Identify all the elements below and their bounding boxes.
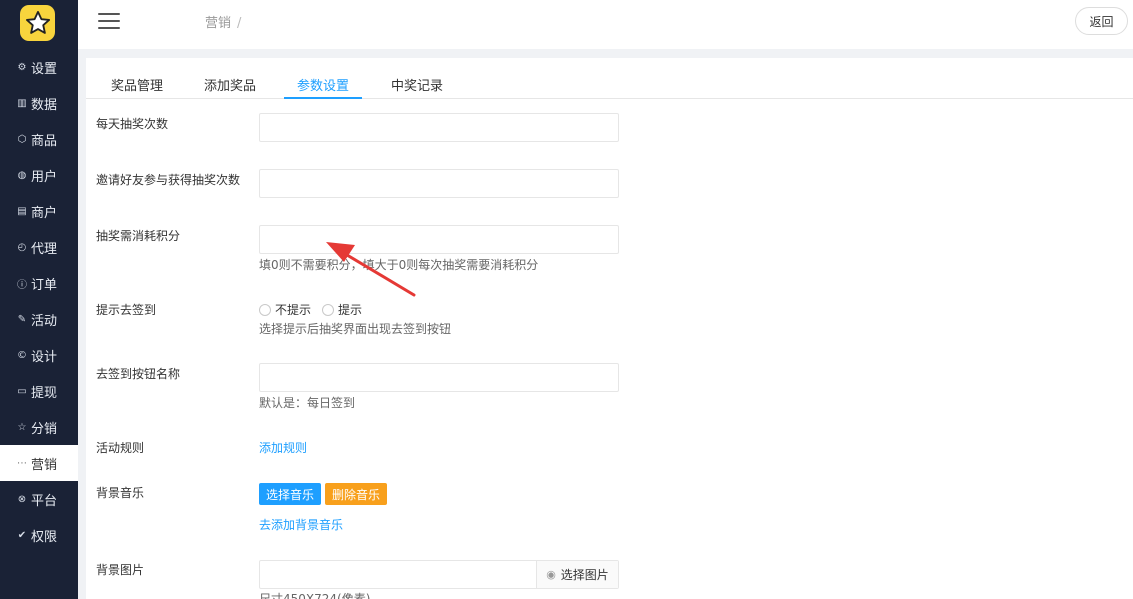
sidebar-item-design[interactable]: © 设计 xyxy=(0,337,78,373)
sidebar-item-label: 平台 xyxy=(31,493,58,509)
signin-prompt-hint: 选择提示后抽奖界面出现去签到按钮 xyxy=(259,322,452,336)
signin-button-name-label: 去签到按钮名称 xyxy=(96,367,181,381)
back-button[interactable]: 返回 xyxy=(1075,7,1128,35)
sidebar-item-label: 商户 xyxy=(31,205,58,221)
sidebar: ⚙ 设置 ▥ 数据 ⬡ 商品 ◍ 用户 ▤ 商户 ◴ 代理 ⓘ 订单 ✎ 活动 © 设计 ▭ 提现 ☆ 分销 ⋯ 营销 ⊗ 平台 ✔… xyxy=(0,0,78,599)
tab-parameter-settings[interactable]: 参数设置 xyxy=(284,75,362,99)
sidebar-item-label: 提现 xyxy=(31,385,58,401)
points-cost-label: 抽奖需消耗积分 xyxy=(96,229,181,243)
rules-label: 活动规则 xyxy=(96,441,145,455)
sidebar-item-activities[interactable]: ✎ 活动 xyxy=(0,301,78,337)
sidebar-item-products[interactable]: ⬡ 商品 xyxy=(0,121,78,157)
sidebar-item-merchants[interactable]: ▤ 商户 xyxy=(0,193,78,229)
agents-icon: ◴ xyxy=(17,241,27,253)
breadcrumb: 营销 / xyxy=(205,12,241,31)
sidebar-nav: ⚙ 设置 ▥ 数据 ⬡ 商品 ◍ 用户 ▤ 商户 ◴ 代理 ⓘ 订单 ✎ 活动 © 设计 ▭ 提现 ☆ 分销 ⋯ 营销 ⊗ 平台 ✔… xyxy=(0,49,78,553)
merchants-icon: ▤ xyxy=(17,205,27,217)
signin-button-name-hint: 默认是：每日签到 xyxy=(259,396,356,410)
sidebar-item-label: 营销 xyxy=(31,457,58,473)
tab-add-prize[interactable]: 添加奖品 xyxy=(204,75,256,99)
bg-image-hint: 尺寸450X724(像素) xyxy=(259,592,371,599)
data-icon: ▥ xyxy=(17,97,27,109)
settings-icon: ⚙ xyxy=(17,61,27,73)
sidebar-item-permissions[interactable]: ✔ 权限 xyxy=(0,517,78,553)
tab-bar: 奖品管理 添加奖品 参数设置 中奖记录 xyxy=(86,58,1133,99)
breadcrumb-separator: / xyxy=(237,16,242,31)
sidebar-item-label: 商品 xyxy=(31,133,58,149)
select-music-button[interactable]: 选择音乐 xyxy=(259,483,322,505)
users-icon: ◍ xyxy=(17,169,27,181)
eye-icon: ◉ xyxy=(546,568,556,581)
radio-circle-icon xyxy=(259,303,271,316)
select-image-label: 选择图片 xyxy=(560,568,609,582)
sidebar-item-distribution[interactable]: ☆ 分销 xyxy=(0,409,78,445)
radio-no-prompt[interactable]: 不提示 xyxy=(259,301,311,318)
withdraw-icon: ▭ xyxy=(17,385,27,397)
invite-draws-label: 邀请好友参与获得抽奖次数 xyxy=(96,173,241,187)
sidebar-item-label: 设计 xyxy=(31,349,58,365)
add-rules-link[interactable]: 添加规则 xyxy=(259,439,307,456)
points-cost-hint: 填0则不需要积分，填大于0则每次抽奖需要消耗积分 xyxy=(259,258,539,272)
bg-image-field[interactable]: ◉ 选择图片 xyxy=(259,560,619,589)
add-music-link[interactable]: 去添加背景音乐 xyxy=(259,516,343,533)
points-cost-input[interactable] xyxy=(259,225,619,254)
radio-no-prompt-label: 不提示 xyxy=(275,303,312,317)
daily-draws-label: 每天抽奖次数 xyxy=(96,117,169,131)
tab-prize-management[interactable]: 奖品管理 xyxy=(111,75,163,99)
activities-icon: ✎ xyxy=(17,313,27,325)
sidebar-item-platform[interactable]: ⊗ 平台 xyxy=(0,481,78,517)
products-icon: ⬡ xyxy=(17,133,27,145)
sidebar-item-label: 代理 xyxy=(31,241,58,257)
orders-icon: ⓘ xyxy=(17,279,27,291)
sidebar-item-label: 设置 xyxy=(31,61,58,77)
delete-music-button[interactable]: 删除音乐 xyxy=(325,483,388,505)
music-label: 背景音乐 xyxy=(96,486,145,500)
radio-prompt[interactable]: 提示 xyxy=(322,301,362,318)
sidebar-item-data[interactable]: ▥ 数据 xyxy=(0,85,78,121)
breadcrumb-item[interactable]: 营销 xyxy=(205,16,231,31)
radio-circle-icon xyxy=(322,303,334,316)
sidebar-item-withdraw[interactable]: ▭ 提现 xyxy=(0,373,78,409)
star-logo-icon[interactable] xyxy=(20,5,55,41)
platform-icon: ⊗ xyxy=(17,493,27,505)
star-icon xyxy=(25,10,50,34)
sidebar-item-agents[interactable]: ◴ 代理 xyxy=(0,229,78,265)
invite-draws-input[interactable] xyxy=(259,169,619,198)
sidebar-item-orders[interactable]: ⓘ 订单 xyxy=(0,265,78,301)
top-header: 营销 / 返回 xyxy=(78,0,1133,49)
sidebar-item-label: 数据 xyxy=(31,97,58,113)
sidebar-item-users[interactable]: ◍ 用户 xyxy=(0,157,78,193)
daily-draws-input[interactable] xyxy=(259,113,619,142)
signin-button-name-input[interactable] xyxy=(259,363,619,392)
sidebar-item-label: 分销 xyxy=(31,421,58,437)
sidebar-item-label: 活动 xyxy=(31,313,58,329)
sidebar-item-label: 用户 xyxy=(31,169,58,185)
permissions-icon: ✔ xyxy=(17,529,27,541)
marketing-icon: ⋯ xyxy=(17,457,27,469)
main-content: 奖品管理 添加奖品 参数设置 中奖记录 每天抽奖次数 邀请好友参与获得抽奖次数 … xyxy=(86,58,1133,599)
sidebar-item-label: 权限 xyxy=(31,529,58,545)
sidebar-item-label: 订单 xyxy=(31,277,58,293)
design-icon: © xyxy=(17,349,27,361)
distribution-icon: ☆ xyxy=(17,421,27,433)
signin-prompt-label: 提示去签到 xyxy=(96,303,157,317)
sidebar-item-marketing[interactable]: ⋯ 营销 xyxy=(0,445,78,481)
select-image-button[interactable]: ◉ 选择图片 xyxy=(536,561,618,588)
sidebar-item-settings[interactable]: ⚙ 设置 xyxy=(0,49,78,85)
tab-winning-records[interactable]: 中奖记录 xyxy=(391,75,443,99)
bg-image-label: 背景图片 xyxy=(96,563,145,577)
menu-toggle-icon[interactable] xyxy=(98,13,120,29)
radio-prompt-label: 提示 xyxy=(338,303,363,317)
